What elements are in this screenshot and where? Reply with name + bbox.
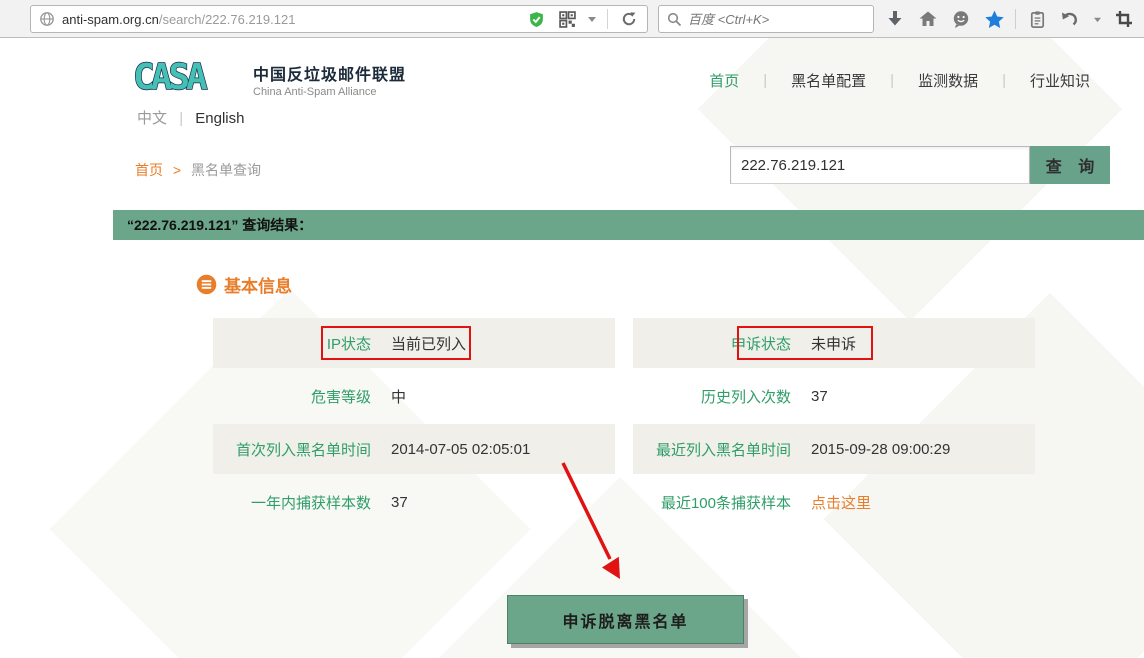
row-value: 37	[391, 494, 408, 511]
home-icon[interactable]	[916, 7, 940, 31]
reload-icon[interactable]	[617, 7, 641, 31]
nav-item-monitoring-data[interactable]: 监测数据	[894, 70, 1002, 91]
lang-chinese[interactable]: 中文	[137, 110, 167, 127]
row-label: 历史列入次数	[633, 386, 791, 407]
url-text[interactable]: anti-spam.org.cn/search/222.76.219.121	[62, 12, 524, 27]
browser-search-bar[interactable]	[658, 5, 874, 33]
page-content: CASA 中国反垃圾邮件联盟 China Anti-Spam Alliance …	[0, 39, 1144, 658]
highlight-red-box	[737, 326, 873, 360]
row-value: 37	[811, 388, 828, 405]
breadcrumb-current: 黑名单查询	[191, 162, 261, 178]
browser-window: anti-spam.org.cn/search/222.76.219.121	[0, 0, 1144, 658]
section-title: 基本信息	[224, 272, 292, 297]
site-logo[interactable]: CASA 中国反垃圾邮件联盟 China Anti-Spam Alliance	[133, 59, 406, 98]
urlbar-dropdown-icon[interactable]	[586, 7, 598, 31]
info-row-history-count: 历史列入次数 37	[633, 371, 1035, 421]
breadcrumb-separator: >	[173, 162, 181, 178]
row-value: 中	[391, 386, 406, 407]
result-header-text: “222.76.219.121” 查询结果：	[127, 215, 312, 235]
result-header-bar: “222.76.219.121” 查询结果：	[113, 210, 1144, 240]
basic-info-section-header: 基本信息	[196, 272, 292, 297]
url-path: /search/222.76.219.121	[159, 12, 296, 27]
qr-code-icon[interactable]	[555, 7, 579, 31]
highlight-red-box	[321, 326, 471, 360]
site-title-en: China Anti-Spam Alliance	[253, 86, 406, 98]
divider	[1015, 9, 1016, 29]
crop-icon[interactable]	[1112, 7, 1136, 31]
list-icon	[196, 274, 217, 295]
divider	[607, 9, 608, 29]
browser-toolbar: anti-spam.org.cn/search/222.76.219.121	[0, 0, 1144, 38]
bookmark-star-icon[interactable]	[982, 7, 1006, 31]
messenger-icon[interactable]	[949, 7, 973, 31]
row-label: 一年内捕获样本数	[213, 492, 371, 513]
row-value: 2015-09-28 09:00:29	[811, 441, 950, 458]
info-row-hazard-level: 危害等级 中	[213, 371, 615, 421]
url-bar[interactable]: anti-spam.org.cn/search/222.76.219.121	[30, 5, 648, 33]
magnifier-icon	[667, 12, 682, 27]
nav-item-home[interactable]: 首页	[685, 70, 763, 91]
history-dropdown-icon[interactable]	[1091, 7, 1103, 31]
language-switcher: 中文 | English	[137, 107, 244, 128]
clipboard-icon[interactable]	[1025, 7, 1049, 31]
row-label: 首次列入黑名单时间	[213, 439, 371, 460]
main-nav: 首页 | 黑名单配置 | 监测数据 | 行业知识	[685, 70, 1114, 91]
url-domain: anti-spam.org.cn	[62, 12, 159, 27]
browser-search-input[interactable]	[688, 12, 865, 27]
svg-text:CASA: CASA	[133, 59, 208, 97]
recent-samples-link[interactable]: 点击这里	[811, 492, 871, 513]
shield-icon[interactable]	[524, 7, 548, 31]
casa-logo-icon: CASA	[133, 59, 245, 97]
query-button[interactable]: 查 询	[1030, 146, 1110, 184]
ip-search-input[interactable]	[730, 146, 1030, 184]
info-column-right: 申诉状态 未申诉 历史列入次数 37 最近列入黑名单时间 2015-09-28 …	[633, 318, 1035, 530]
breadcrumb: 首页 > 黑名单查询	[135, 160, 261, 180]
red-annotation-arrow	[540, 451, 640, 591]
row-value: 2014-07-05 02:05:01	[391, 441, 530, 458]
nav-item-industry-knowledge[interactable]: 行业知识	[1006, 70, 1114, 91]
lang-english[interactable]: English	[195, 110, 244, 127]
breadcrumb-home[interactable]: 首页	[135, 162, 163, 178]
info-row-appeal-status: 申诉状态 未申诉	[633, 318, 1035, 368]
divider: |	[179, 110, 183, 127]
site-title-cn: 中国反垃圾邮件联盟	[253, 61, 406, 85]
globe-icon	[39, 11, 55, 27]
info-row-recent-samples: 最近100条捕获样本 点击这里	[633, 477, 1035, 527]
row-label: 危害等级	[213, 386, 371, 407]
row-label: 最近列入黑名单时间	[633, 439, 791, 460]
nav-item-blacklist-config[interactable]: 黑名单配置	[767, 70, 890, 91]
row-label: 最近100条捕获样本	[633, 492, 791, 513]
info-row-ip-status: IP状态 当前已列入	[213, 318, 615, 368]
info-row-last-listed-time: 最近列入黑名单时间 2015-09-28 09:00:29	[633, 424, 1035, 474]
appeal-button[interactable]: 申诉脱离黑名单	[507, 595, 744, 644]
undo-icon[interactable]	[1058, 7, 1082, 31]
download-icon[interactable]	[883, 7, 907, 31]
